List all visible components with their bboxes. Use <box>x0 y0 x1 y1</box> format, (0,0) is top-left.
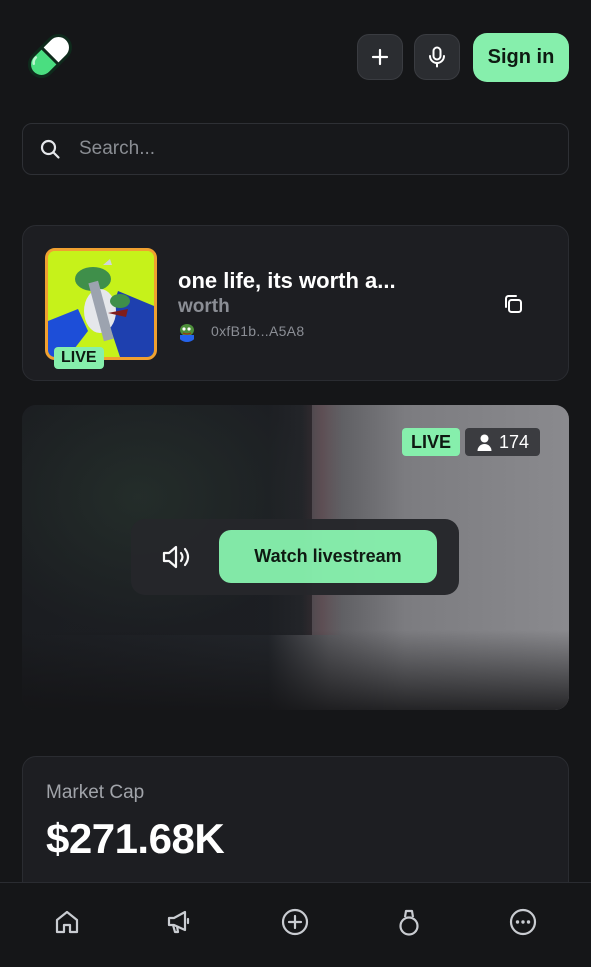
header: Sign in <box>22 28 569 86</box>
home-icon <box>55 910 79 934</box>
profile-icon <box>399 909 419 936</box>
token-image[interactable] <box>45 248 157 360</box>
plus-icon <box>371 48 389 66</box>
copy-address-button[interactable] <box>501 292 525 316</box>
plus-circle-icon <box>281 908 309 936</box>
search-bar[interactable] <box>22 123 569 175</box>
nav-create[interactable] <box>280 907 310 937</box>
watch-panel: Watch livestream <box>131 519 459 595</box>
voice-search-button[interactable] <box>414 34 460 80</box>
mic-icon <box>429 46 445 68</box>
token-ticker: worth <box>178 296 230 317</box>
copy-icon <box>505 295 522 313</box>
nav-home[interactable] <box>52 907 82 937</box>
nav-announce[interactable] <box>164 907 194 937</box>
viewer-count: 174 <box>499 431 530 452</box>
token-card[interactable]: one life, its worth a... worth 0xfB1b...… <box>22 225 569 381</box>
add-button[interactable] <box>357 34 403 80</box>
market-cap-label: Market Cap <box>46 782 145 803</box>
speaker-icon <box>162 545 190 569</box>
livestream-preview[interactable]: LIVE 174 Watch livestream <box>22 405 569 710</box>
stream-live-badge: LIVE <box>402 428 461 456</box>
search-input[interactable] <box>79 138 568 160</box>
creator-avatar[interactable] <box>177 322 197 342</box>
bottom-nav <box>0 882 591 967</box>
token-live-badge: LIVE <box>54 347 104 369</box>
token-name[interactable]: one life, its worth a... <box>178 268 396 294</box>
market-cap-value: $271.68K <box>46 815 225 862</box>
app-screen: Sign in one life, its worth a... worth <box>0 0 591 967</box>
nav-more[interactable] <box>508 907 538 937</box>
sign-in-button[interactable]: Sign in <box>473 33 569 82</box>
search-icon <box>40 139 60 159</box>
person-icon <box>477 434 492 451</box>
pill-logo-icon[interactable] <box>22 28 78 84</box>
megaphone-icon <box>167 910 190 934</box>
viewer-count-badge: 174 <box>465 428 541 456</box>
nav-profile[interactable] <box>394 907 424 937</box>
more-icon <box>509 908 537 936</box>
mute-button[interactable] <box>161 543 193 571</box>
stream-blur-bg <box>22 630 569 710</box>
watch-livestream-button[interactable]: Watch livestream <box>219 530 437 583</box>
creator-address[interactable]: 0xfB1b...A5A8 <box>211 323 304 339</box>
